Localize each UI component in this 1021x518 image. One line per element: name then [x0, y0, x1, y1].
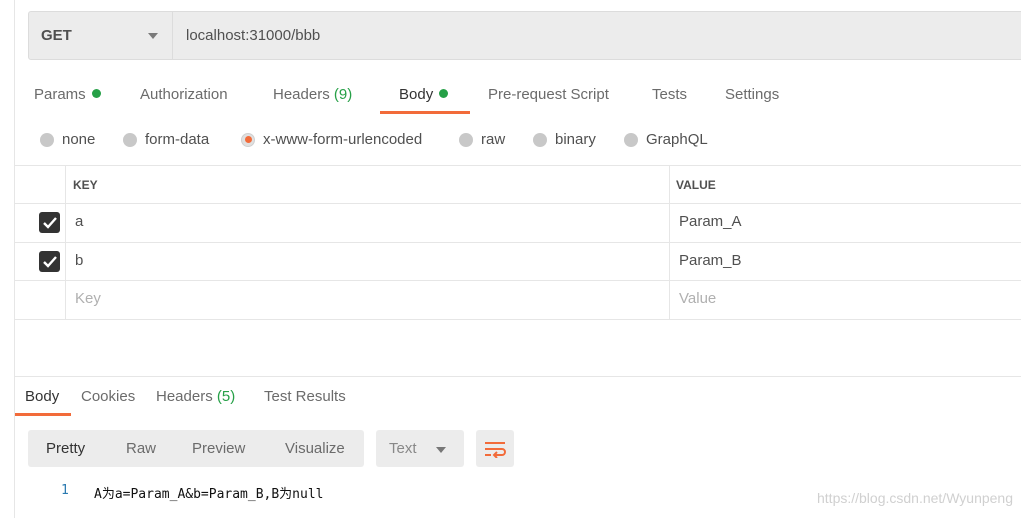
- tab-pre-request-script[interactable]: Pre-request Script: [488, 86, 609, 103]
- tab-tests[interactable]: Tests: [652, 86, 687, 103]
- left-border: [14, 0, 15, 518]
- tab-headers[interactable]: Headers (9): [273, 86, 352, 103]
- key-header: KEY: [73, 178, 98, 192]
- radio-graphql[interactable]: GraphQL: [624, 131, 708, 148]
- column-divider: [65, 165, 66, 320]
- tab-body[interactable]: Body: [399, 86, 449, 103]
- format-label: Text: [389, 440, 417, 457]
- wrap-lines-button[interactable]: [476, 430, 514, 467]
- row-divider: [15, 242, 1021, 243]
- radio-icon: [624, 132, 638, 147]
- response-body-text: A为a=Param_A&b=Param_B,B为null: [94, 487, 324, 502]
- radio-selected-icon: [241, 132, 255, 147]
- table-border: [15, 165, 1021, 166]
- method-select[interactable]: GET: [29, 12, 173, 59]
- radio-urlencoded[interactable]: x-www-form-urlencoded: [241, 131, 422, 148]
- key-input[interactable]: Key: [75, 290, 101, 307]
- radio-icon: [40, 132, 54, 147]
- view-raw[interactable]: Raw: [126, 440, 156, 457]
- radio-binary[interactable]: binary: [533, 131, 596, 148]
- response-tab-headers[interactable]: Headers (5): [156, 388, 235, 405]
- row-divider: [15, 319, 1021, 320]
- row-divider: [15, 203, 1021, 204]
- row-checkbox[interactable]: [39, 251, 60, 272]
- view-visualize[interactable]: Visualize: [285, 440, 345, 457]
- value-header: VALUE: [676, 178, 716, 192]
- value-cell[interactable]: Param_B: [679, 252, 742, 269]
- pane-divider[interactable]: [15, 376, 1021, 377]
- url-bar: GET localhost:31000/bbb: [28, 11, 1021, 60]
- watermark: https://blog.csdn.net/Wyunpeng: [817, 490, 1013, 506]
- radio-icon: [459, 132, 473, 147]
- chevron-down-icon: [436, 447, 446, 453]
- view-preview[interactable]: Preview: [192, 440, 245, 457]
- value-input[interactable]: Value: [679, 290, 716, 307]
- view-pretty[interactable]: Pretty: [46, 440, 85, 457]
- check-icon: [42, 216, 57, 229]
- params-dot-icon: [91, 89, 101, 98]
- response-tab-body[interactable]: Body: [25, 388, 59, 405]
- response-tab-test-results[interactable]: Test Results: [264, 388, 346, 405]
- tab-authorization[interactable]: Authorization: [140, 86, 228, 103]
- method-label: GET: [41, 27, 72, 44]
- url-input[interactable]: localhost:31000/bbb: [173, 27, 320, 44]
- radio-icon: [123, 132, 137, 147]
- row-divider: [15, 280, 1021, 281]
- tab-settings[interactable]: Settings: [725, 86, 779, 103]
- column-divider: [669, 165, 670, 320]
- response-tab-cookies[interactable]: Cookies: [81, 388, 135, 405]
- key-cell[interactable]: a: [75, 213, 83, 230]
- check-icon: [42, 255, 57, 268]
- radio-icon: [533, 132, 547, 147]
- body-dot-icon: [439, 89, 449, 98]
- wrap-icon: [485, 441, 506, 458]
- chevron-down-icon: [148, 33, 158, 39]
- response-tab-underline: [15, 413, 71, 416]
- line-number: 1: [61, 483, 69, 498]
- row-checkbox[interactable]: [39, 212, 60, 233]
- active-tab-underline: [380, 111, 470, 114]
- tab-params[interactable]: Params: [34, 86, 101, 103]
- radio-form-data[interactable]: form-data: [123, 131, 209, 148]
- radio-none[interactable]: none: [40, 131, 95, 148]
- key-cell[interactable]: b: [75, 252, 83, 269]
- value-cell[interactable]: Param_A: [679, 213, 742, 230]
- radio-raw[interactable]: raw: [459, 131, 505, 148]
